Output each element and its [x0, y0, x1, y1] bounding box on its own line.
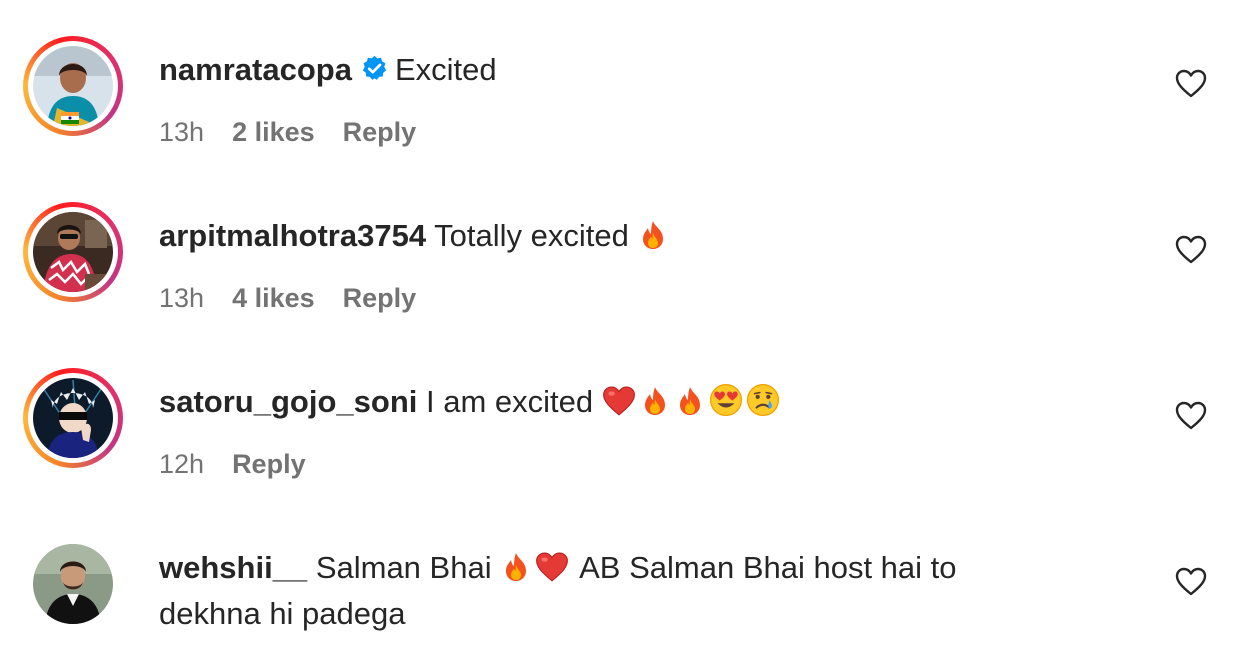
username[interactable]: arpitmalhotra3754 — [159, 218, 426, 253]
avatar-photo — [33, 378, 113, 458]
avatar-photo — [33, 46, 113, 126]
comment-meta: 13h 4 likes Reply — [159, 283, 444, 314]
fire-emoji-icon — [674, 385, 706, 417]
story-ring — [23, 202, 123, 302]
like-heart-icon[interactable] — [1175, 401, 1207, 431]
likes-count[interactable]: 4 likes — [232, 283, 315, 313]
comment-meta: 12h Reply — [159, 449, 334, 480]
username[interactable]: namratacopa — [159, 52, 352, 87]
comment-meta: 13h 2 likes Reply — [159, 117, 444, 148]
comment-time[interactable]: 13h — [159, 283, 204, 313]
comment-text: Excited — [394, 52, 497, 87]
comment-body: namratacopa Excited — [159, 47, 1059, 96]
fire-emoji-icon — [639, 385, 671, 417]
reply-button[interactable]: Reply — [343, 117, 417, 147]
username[interactable]: satoru_gojo_soni — [159, 384, 417, 419]
reply-button[interactable]: Reply — [343, 283, 417, 313]
avatar-photo — [33, 212, 113, 292]
avatar[interactable] — [23, 368, 123, 468]
reply-button[interactable]: Reply — [232, 449, 306, 479]
comment-text: dekhna hi padega — [159, 596, 406, 631]
heart-eyes-emoji-icon — [709, 383, 743, 417]
comment-body: wehshii__ Salman Bhai AB Salman Bhai hos… — [159, 545, 1039, 637]
avatar[interactable] — [23, 534, 123, 634]
fire-emoji-icon — [637, 219, 669, 251]
like-heart-icon[interactable] — [1175, 567, 1207, 597]
verified-badge-icon — [360, 50, 389, 96]
red-heart-emoji-icon — [602, 385, 636, 417]
comment-text: Totally excited — [434, 218, 629, 253]
comment-text: AB Salman Bhai host hai to — [579, 550, 957, 585]
comment-time[interactable]: 13h — [159, 117, 204, 147]
likes-count[interactable]: 2 likes — [232, 117, 315, 147]
username[interactable]: wehshii__ — [159, 550, 307, 585]
fire-emoji-icon — [500, 551, 532, 583]
comment-text: Salman Bhai — [315, 550, 492, 585]
like-heart-icon[interactable] — [1175, 235, 1207, 265]
story-ring — [23, 36, 123, 136]
avatar-photo — [33, 544, 113, 624]
avatar[interactable] — [23, 36, 123, 136]
comment-body: satoru_gojo_soni I am excited — [159, 379, 1059, 425]
comment-text: I am excited — [426, 384, 594, 419]
crying-face-emoji-icon — [746, 383, 780, 417]
story-ring — [23, 368, 123, 468]
red-heart-emoji-icon — [535, 551, 569, 583]
comment-time[interactable]: 12h — [159, 449, 204, 479]
avatar[interactable] — [23, 202, 123, 302]
like-heart-icon[interactable] — [1175, 69, 1207, 99]
comment-body: arpitmalhotra3754 Totally excited — [159, 213, 1059, 259]
